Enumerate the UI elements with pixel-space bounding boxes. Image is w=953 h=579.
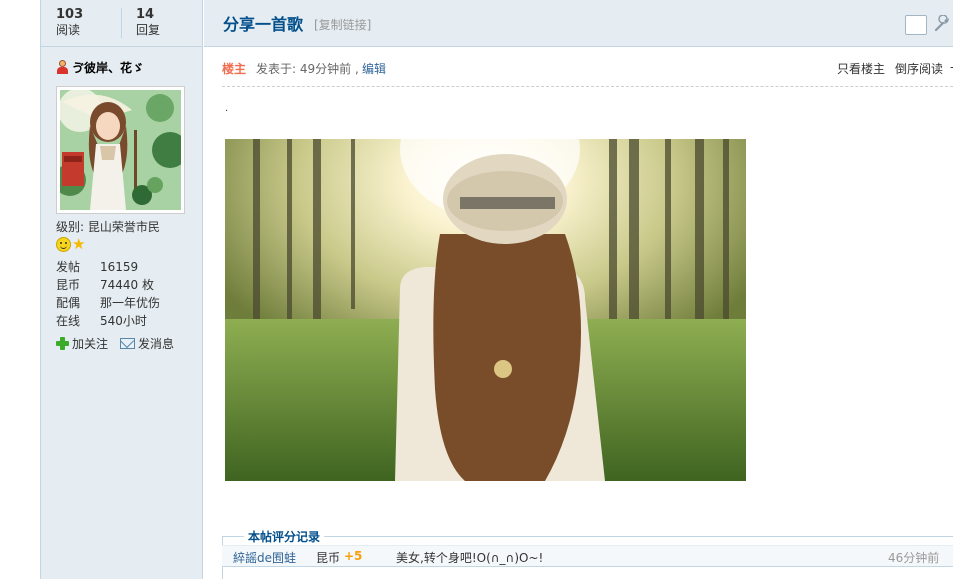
rating-currency: 昆币 [316,551,341,565]
profile-row: 昆币 74440 枚 [56,276,160,294]
left-strip [0,0,41,579]
send-message-button[interactable]: 发消息 [120,335,174,352]
follow-label: 加关注 [72,337,109,351]
profile-key: 昆币 [56,278,81,292]
rating-reason: 美女,转个身吧!O(∩_∩)O~! [396,551,544,565]
avatar-girl-umbrella-icon [60,90,181,210]
profile-value[interactable]: 16159 [100,258,138,276]
profile-row: 发帖 16159 [56,258,160,276]
edit-link[interactable]: 编辑 [362,60,386,77]
views-label: 阅读 [56,23,81,37]
online-user-icon [56,60,68,74]
post-time: 发表于: 49分钟前 , [256,62,359,76]
replies-count: 14 [136,7,155,22]
avatar-frame[interactable] [56,86,185,214]
thread-stats: 103 阅读 14 回复 [41,0,202,47]
level-label: 级别: [56,220,85,234]
star-icon: ★ [72,234,86,253]
level-row: 级别: 昆山荣誉市民 [56,219,160,235]
rating-time: 46分钟前 [888,551,940,565]
select-checkbox[interactable] [905,15,927,35]
views-stat: 103 阅读 [56,7,126,39]
rating-title: 本帖评分记录 [244,528,325,545]
avatar[interactable] [60,90,181,210]
op-label: 楼主 [222,62,247,76]
replies-stat: 14 回复 [136,7,206,39]
wrench-icon[interactable] [933,15,951,33]
stats-divider [121,8,122,38]
plus-icon [56,337,69,350]
badge-row: ★ [56,236,85,252]
views-count: 103 [56,7,84,22]
profile-row: 在线 540小时 [56,312,160,330]
profile-value: 540小时 [100,314,147,328]
profile-value: 74440 枚 [100,278,154,292]
profile-key: 配偶 [56,296,81,310]
smiley-icon [56,236,71,252]
author-row: ゔ彼岸、花ゞ [56,59,144,75]
post-image[interactable] [225,139,746,481]
author-sidebar: 103 阅读 14 回复 ゔ彼岸、花ゞ 级别: 昆山荣誉市民 ★ 发帖 1615… [41,0,203,579]
follow-button[interactable]: 加关注 [56,335,108,352]
profile-key: 在线 [56,314,81,328]
rating-score: +5 [344,549,363,563]
only-author-link[interactable]: 只看楼主 [837,60,885,77]
photo-girl-hat-forest-icon [225,139,746,481]
rating-records: 本帖评分记录 綷謡de囿蛙 昆币 +5 美女,转个身吧!O(∩_∩)O~! 46… [222,528,953,579]
mail-icon [120,338,136,349]
level-value[interactable]: 昆山荣誉市民 [88,220,160,234]
author-actions: 加关注 发消息 [56,335,174,352]
profile-key: 发帖 [56,260,81,274]
post-meta: 楼主 发表于: 49分钟前 , 编辑 只看楼主 倒序阅读 - [222,57,953,87]
rating-row: 綷謡de囿蛙 昆币 +5 美女,转个身吧!O(∩_∩)O~! 46分钟前 [222,545,953,567]
replies-label: 回复 [136,23,161,37]
reverse-read-link[interactable]: 倒序阅读 [895,60,943,77]
profile-value[interactable]: 那一年优伤 [100,294,160,312]
author-name[interactable]: ゔ彼岸、花ゞ [72,59,144,76]
copy-link-button[interactable]: [复制链接] [314,16,371,33]
thread-header: 分享一首歌 [复制链接] [204,0,953,47]
rating-user[interactable]: 綷謡de囿蛙 [233,549,296,566]
post-content-text: . [225,103,229,114]
send-message-label: 发消息 [138,337,175,351]
profile-table: 发帖 16159 昆币 74440 枚 配偶 那一年优伤 在线 540小时 [56,258,160,330]
profile-row: 配偶 那一年优伤 [56,294,160,312]
thread-title: 分享一首歌 [223,15,304,34]
